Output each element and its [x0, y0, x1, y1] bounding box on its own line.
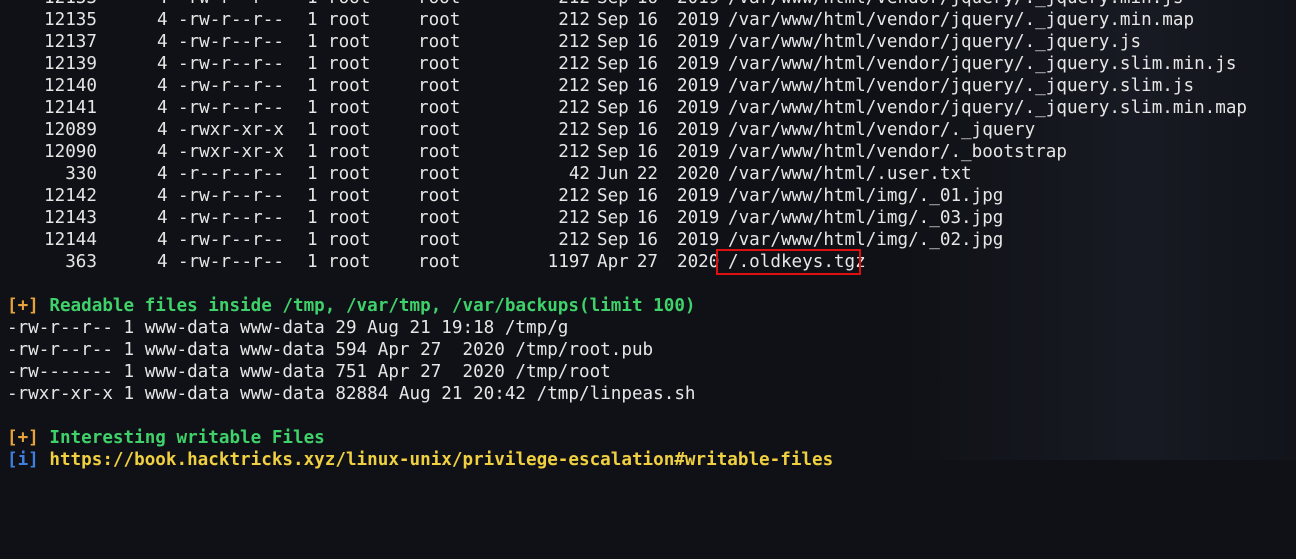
highlight-box [716, 249, 861, 275]
file-path: /var/www/html/img/._03.jpg [728, 208, 1004, 228]
year: 2019 [677, 76, 720, 96]
section-marker: [+] [7, 296, 39, 316]
info-line: [i] https://book.hacktricks.xyz/linux-un… [0, 449, 1296, 471]
section-header-readable: [+] Readable files inside /tmp, /var/tmp… [0, 295, 1296, 317]
listing-row: 12139 4 -rw-r--r-- 1 root root 212 Sep 1… [0, 53, 1296, 75]
readable-file-line: -rwxr-xr-x 1 www-data www-data 82884 Aug… [7, 384, 696, 404]
day: 22 [636, 164, 658, 184]
output-line: -rwxr-xr-x 1 www-data www-data 82884 Aug… [0, 383, 1296, 405]
output-line: -rw-r--r-- 1 www-data www-data 594 Apr 2… [0, 339, 1296, 361]
file-path: /var/www/html/vendor/._jquery [728, 120, 1036, 140]
year: 2019 [677, 208, 720, 228]
file-path: /var/www/html/.user.txt [728, 164, 972, 184]
file-path: /var/www/html/vendor/jquery/._jquery.js [728, 32, 1142, 52]
year: 2020 [677, 252, 720, 272]
listing-row: 12090 4 -rwxr-xr-x 1 root root 212 Sep 1… [0, 141, 1296, 163]
listing-row: 12141 4 -rw-r--r-- 1 root root 212 Sep 1… [0, 97, 1296, 119]
file-path: /var/www/html/vendor/jquery/._jquery.min… [728, 0, 1183, 9]
day: 16 [636, 10, 658, 30]
file-path: /var/www/html/img/._01.jpg [728, 186, 1004, 206]
listing-row: 330 4 -r--r--r-- 1 root root 42 Jun 22 2… [0, 163, 1296, 185]
year: 2020 [677, 164, 720, 184]
readable-file-line: -rw-r--r-- 1 www-data www-data 594 Apr 2… [7, 340, 654, 360]
hacktricks-link[interactable]: https://book.hacktricks.xyz/linux-unix/p… [49, 450, 833, 470]
day: 16 [636, 32, 658, 52]
section-title: Readable files inside /tmp, /var/tmp, /v… [49, 296, 696, 316]
file-path: /var/www/html/vendor/jquery/._jquery.sli… [728, 76, 1195, 96]
listing-row: 12140 4 -rw-r--r-- 1 root root 212 Sep 1… [0, 75, 1296, 97]
year: 2019 [677, 32, 720, 52]
terminal-output: 12133 4 -rw-r--r-- 1 root root 212 Sep 1… [0, 0, 1296, 470]
day: 16 [636, 54, 658, 74]
day: 16 [636, 142, 658, 162]
output-line: -rw------- 1 www-data www-data 751 Apr 2… [0, 361, 1296, 383]
listing-row: 12143 4 -rw-r--r-- 1 root root 212 Sep 1… [0, 207, 1296, 229]
readable-file-line: -rw-r--r-- 1 www-data www-data 29 Aug 21… [7, 318, 569, 338]
listing-row: 12144 4 -rw-r--r-- 1 root root 212 Sep 1… [0, 229, 1296, 251]
year: 2019 [677, 120, 720, 140]
day: 16 [636, 186, 658, 206]
day: 16 [636, 120, 658, 140]
listing-row: 363 4 -rw-r--r-- 1 root root 1197 Apr 27… [0, 249, 1296, 275]
section-title: Interesting writable Files [49, 428, 325, 448]
day: 16 [0, 0, 658, 9]
year: 2019 [677, 230, 720, 250]
year: 2019 [677, 142, 720, 162]
day: 27 [636, 252, 658, 272]
section-header-writable: [+] Interesting writable Files [0, 427, 1296, 449]
day: 16 [636, 76, 658, 96]
day: 16 [636, 208, 658, 228]
listing-row: 12133 4 -rw-r--r-- 1 root root 212 Sep 1… [0, 0, 1296, 9]
year: 2019 [677, 0, 719, 9]
file-path: /var/www/html/vendor/jquery/._jquery.sli… [728, 98, 1248, 118]
year: 2019 [677, 186, 720, 206]
listing-row: 12089 4 -rwxr-xr-x 1 root root 212 Sep 1… [0, 119, 1296, 141]
year: 2019 [677, 98, 720, 118]
file-path: /var/www/html/vendor/jquery/._jquery.sli… [728, 54, 1237, 74]
readable-file-line: -rw------- 1 www-data www-data 751 Apr 2… [7, 362, 611, 382]
day: 16 [636, 230, 658, 250]
year: 2019 [677, 54, 720, 74]
file-path: /var/www/html/img/._02.jpg [728, 230, 1004, 250]
section-marker: [+] [7, 428, 39, 448]
file-path: /var/www/html/vendor/jquery/._jquery.min… [728, 10, 1195, 30]
file-path: /var/www/html/vendor/._bootstrap [728, 142, 1067, 162]
info-marker: [i] [7, 450, 39, 470]
listing-row: 12137 4 -rw-r--r-- 1 root root 212 Sep 1… [0, 31, 1296, 53]
day: 16 [636, 98, 658, 118]
listing-row: 12135 4 -rw-r--r-- 1 root root 212 Sep 1… [0, 9, 1296, 31]
output-line: -rw-r--r-- 1 www-data www-data 29 Aug 21… [0, 317, 1296, 339]
year: 2019 [677, 10, 720, 30]
listing-row: 12142 4 -rw-r--r-- 1 root root 212 Sep 1… [0, 185, 1296, 207]
